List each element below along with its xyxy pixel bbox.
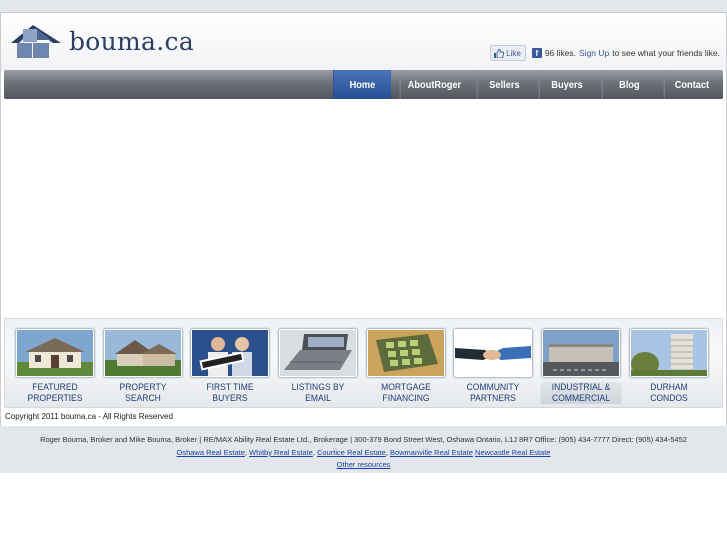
feature-listings-by-email[interactable]: LISTINGS BY EMAIL <box>278 328 359 404</box>
copyright: Copyright 2011 bouma.ca - All Rights Res… <box>5 412 173 421</box>
community-partners-image <box>453 328 534 378</box>
header: bouma.ca Like f 96 likes. Sign Up to see… <box>1 13 726 70</box>
footer-link-newcastle[interactable]: Newcastle Real Estate <box>475 448 550 457</box>
thumbs-up-icon <box>494 48 505 58</box>
site-name: bouma.ca <box>69 26 195 56</box>
mortgage-financing-image <box>365 328 446 378</box>
feature-label: MORTGAGE FINANCING <box>380 382 431 404</box>
footer-other-resources[interactable]: Other resources <box>337 460 391 469</box>
feature-label: DURHAM CONDOS <box>650 382 688 404</box>
feature-industrial-commercial[interactable]: INDUSTRIAL & COMMERCIAL <box>540 328 622 404</box>
durham-condos-image <box>628 328 709 378</box>
signup-suffix: to see what your friends like. <box>612 48 720 58</box>
feature-label: FEATURED PROPERTIES <box>27 382 83 404</box>
listings-by-email-image <box>278 328 359 378</box>
nav-contact[interactable]: Contact <box>663 70 719 99</box>
footer-link-oshawa[interactable]: Oshawa Real Estate <box>177 448 245 457</box>
nav-sellers[interactable]: Sellers <box>476 70 532 99</box>
footer: Roger Bouma, Broker and Mike Bouma, Brok… <box>0 426 727 473</box>
feature-label: COMMUNITY PARTNERS <box>467 382 520 404</box>
page-frame: bouma.ca Like f 96 likes. Sign Up to see… <box>0 12 727 427</box>
property-search-image <box>102 328 183 378</box>
nav-blog[interactable]: Blog <box>601 70 657 99</box>
nav-home[interactable]: Home <box>332 70 392 99</box>
feature-mortgage-financing[interactable]: MORTGAGE FINANCING <box>365 328 446 404</box>
nav-about-roger[interactable]: AboutRoger <box>399 70 469 99</box>
house-logo-icon <box>11 25 61 58</box>
footer-links: Oshawa Real Estate, Whitby Real Estate, … <box>176 448 551 457</box>
featured-properties-image <box>15 328 95 378</box>
feature-label: LISTINGS BY EMAIL <box>291 382 345 404</box>
footer-link-whitby[interactable]: Whitby Real Estate <box>249 448 313 457</box>
signup-link[interactable]: Sign Up <box>579 48 609 58</box>
footer-address: Roger Bouma, Broker and Mike Bouma, Brok… <box>40 435 687 444</box>
first-time-buyers-image <box>190 328 271 378</box>
feature-community-partners[interactable]: COMMUNITY PARTNERS <box>453 328 534 404</box>
nav-buyers[interactable]: Buyers <box>538 70 594 99</box>
like-label: Like <box>506 48 521 58</box>
feature-property-search[interactable]: PROPERTY SEARCH <box>102 328 183 404</box>
like-button[interactable]: Like <box>490 45 526 61</box>
logo[interactable]: bouma.ca <box>9 23 194 59</box>
facebook-icon: f <box>531 48 542 58</box>
footer-link-bowmanville[interactable]: Bowmanville Real Estate <box>390 448 473 457</box>
feature-first-time-buyers[interactable]: FIRST TIME BUYERS <box>190 328 271 404</box>
feature-label: INDUSTRIAL & COMMERCIAL <box>540 382 622 404</box>
facebook-like-widget: Like f 96 likes. Sign Up to see what you… <box>490 45 720 61</box>
footer-link-courtice[interactable]: Courtice Real Estate <box>317 448 386 457</box>
industrial-commercial-image <box>541 328 622 378</box>
likes-count: 96 likes. <box>544 48 577 58</box>
feature-links: FEATURED PROPERTIES PROPERTY SEARCH FIRS… <box>4 318 723 408</box>
feature-label: FIRST TIME BUYERS <box>206 382 254 404</box>
feature-durham-condos[interactable]: DURHAM CONDOS <box>628 328 709 404</box>
feature-label: PROPERTY SEARCH <box>119 382 167 404</box>
main-nav: Home AboutRoger Sellers Buyers Blog Cont… <box>4 70 723 99</box>
top-strip <box>0 0 727 12</box>
feature-featured-properties[interactable]: FEATURED PROPERTIES <box>15 328 95 404</box>
